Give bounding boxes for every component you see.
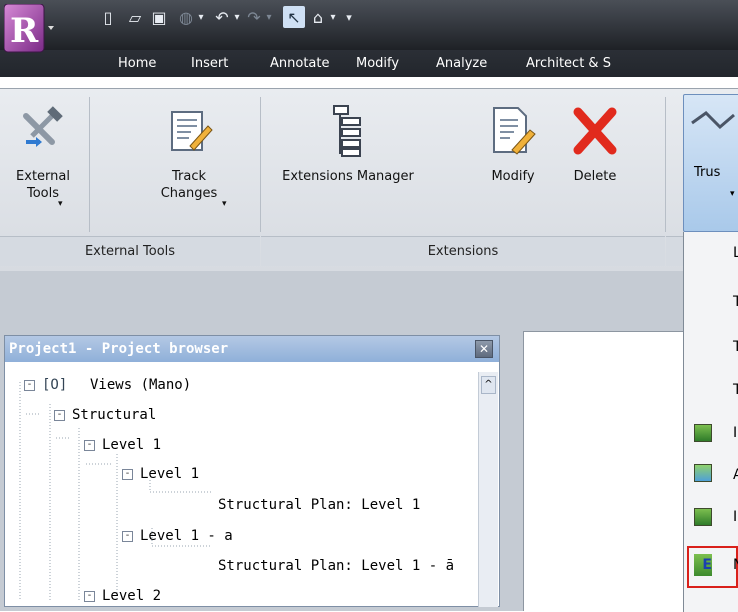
menu-item-highlighted[interactable]: N xyxy=(733,548,738,582)
external-tools-label: External Tools xyxy=(16,169,70,201)
3d-view-icon[interactable]: ⌂ xyxy=(308,6,328,28)
group-divider xyxy=(666,236,683,266)
svg-text:R: R xyxy=(10,11,39,51)
modify-button[interactable]: Modify xyxy=(486,100,540,230)
modify-icon xyxy=(493,107,536,155)
redo-icon[interactable]: ↷ xyxy=(244,6,264,28)
locked-element-icon xyxy=(694,464,712,482)
tab-insert[interactable]: Insert xyxy=(191,53,228,75)
close-icon[interactable]: ✕ xyxy=(475,340,493,358)
open-folder-icon[interactable]: ▱ xyxy=(124,6,146,28)
menu-item[interactable]: A xyxy=(733,458,738,492)
tab-modify[interactable]: Modify xyxy=(356,53,399,75)
chevron-down-icon[interactable]: ▾ xyxy=(264,6,274,28)
chevron-down-icon[interactable]: ▾ xyxy=(328,6,338,28)
drawing-canvas[interactable] xyxy=(523,331,683,611)
track-changes-icon xyxy=(171,111,213,151)
menu-item[interactable]: I xyxy=(733,416,738,450)
menu-item[interactable]: I xyxy=(733,500,738,534)
scroll-up-icon[interactable]: ^ xyxy=(481,376,496,394)
collapse-icon[interactable]: - xyxy=(54,410,65,421)
chevron-down-icon: ▾ xyxy=(58,199,63,209)
menu-item[interactable]: L xyxy=(733,236,738,270)
tree-row[interactable]: Structural Plan: Level 1 xyxy=(218,495,420,515)
menu-item[interactable]: T xyxy=(733,285,738,319)
collapse-icon[interactable]: - xyxy=(84,440,95,451)
project-browser-title: Project1 - Project browser xyxy=(5,336,499,362)
extensions-manager-label: Extensions Manager xyxy=(282,169,414,184)
extensions-manager-button[interactable]: Extensions Manager xyxy=(268,100,428,230)
track-changes-button[interactable]: Track Changes ▾ xyxy=(150,100,228,230)
trusses-button[interactable]: Trus ▾ xyxy=(683,94,738,232)
wall-icon xyxy=(694,424,712,442)
tab-architect-structure[interactable]: Architect & S xyxy=(526,53,611,75)
group-extensions: Extensions xyxy=(261,236,665,266)
tab-analyze[interactable]: Analyze xyxy=(436,53,487,75)
collapse-icon[interactable]: - xyxy=(122,531,133,542)
undo-icon[interactable]: ↶ xyxy=(212,6,232,28)
sync-icon[interactable]: ◍ xyxy=(176,6,196,28)
tab-home[interactable]: Home xyxy=(118,53,156,75)
chevron-down-icon: ▾ xyxy=(730,189,735,199)
extension-e-icon: E xyxy=(694,554,712,576)
tab-annotate[interactable]: Annotate xyxy=(270,53,329,75)
chevron-down-icon: ▾ xyxy=(222,199,227,209)
group-external-tools: External Tools xyxy=(0,236,260,266)
collapse-icon[interactable]: - xyxy=(84,591,95,602)
menu-item[interactable]: T xyxy=(733,330,738,364)
views-icon: [O] xyxy=(42,377,68,393)
delete-x-icon xyxy=(573,107,617,155)
scrollbar[interactable]: ^ xyxy=(478,372,498,607)
track-changes-label: Track Changes xyxy=(160,169,218,201)
collapse-icon[interactable]: - xyxy=(24,380,35,391)
tools-icon xyxy=(23,106,63,147)
trusses-label: Trus xyxy=(694,165,721,180)
delete-label: Delete xyxy=(573,169,617,184)
wall-icon xyxy=(694,508,712,526)
tree-row[interactable]: Structural Plan: Level 1 - ā xyxy=(218,556,476,576)
delete-button[interactable]: Delete xyxy=(562,100,628,230)
chevron-down-icon[interactable]: ▾ xyxy=(232,6,242,28)
chevron-down-icon[interactable]: ▾ xyxy=(196,6,206,28)
select-pointer-icon[interactable]: ↖ xyxy=(283,6,305,28)
modify-label: Modify xyxy=(491,169,535,184)
collapse-icon[interactable]: - xyxy=(122,469,133,480)
external-tools-button[interactable]: External Tools ▾ xyxy=(6,100,80,230)
menu-item[interactable]: T xyxy=(733,373,738,407)
new-icon[interactable]: ▯ xyxy=(98,6,118,28)
customize-toolbar-icon[interactable]: ▾ xyxy=(342,6,356,28)
application-menu-button[interactable]: R xyxy=(3,3,62,66)
save-icon[interactable]: ▣ xyxy=(150,6,168,28)
truss-icon xyxy=(691,111,735,130)
extensions-manager-icon xyxy=(333,105,361,157)
